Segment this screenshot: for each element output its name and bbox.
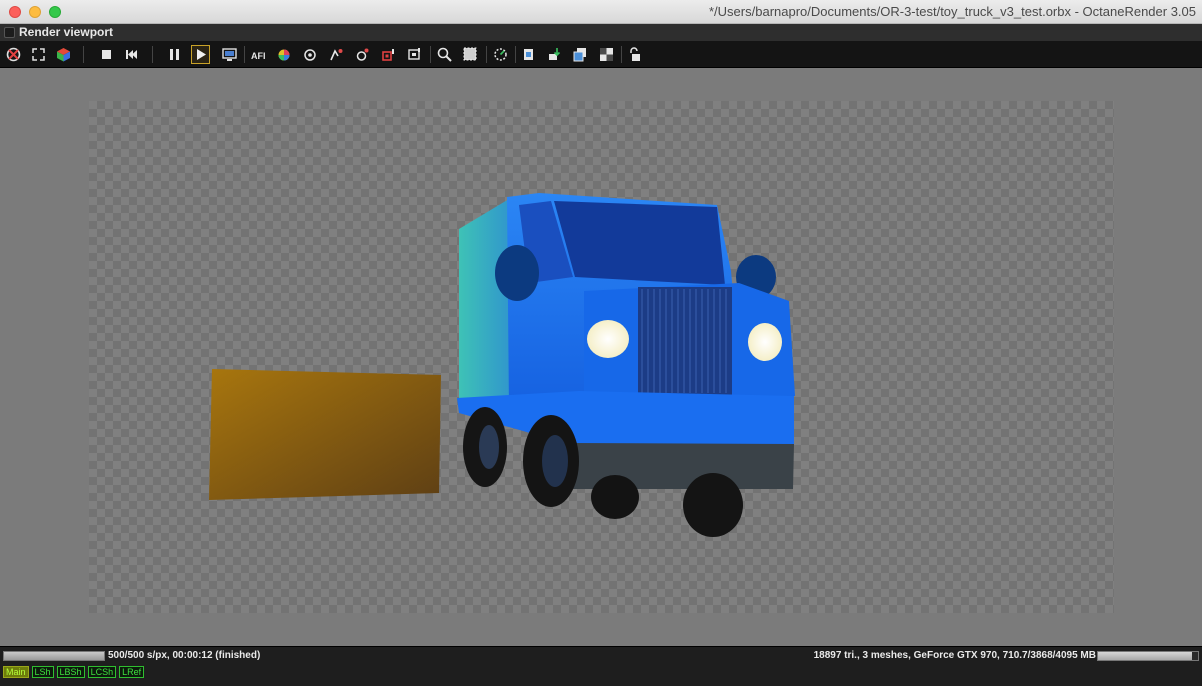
- pass-tab-lbsh[interactable]: LBSh: [56, 666, 85, 678]
- pass-tab-lcsh[interactable]: LCSh: [87, 666, 117, 678]
- vram-usage-bar: [1097, 651, 1199, 661]
- pause-icon[interactable]: [165, 45, 184, 64]
- headlight-left: [587, 320, 629, 358]
- render-stats-text: 500/500 s/px, 00:00:12 (finished): [108, 650, 261, 661]
- octane-app-window: */Users/barnapro/Documents/OR-3-test/toy…: [0, 0, 1202, 686]
- decal-icon[interactable]: [571, 45, 590, 64]
- color-picker-icon[interactable]: [275, 45, 294, 64]
- film-region-icon[interactable]: [491, 45, 510, 64]
- camera-target-icon[interactable]: [405, 45, 424, 64]
- close-window-button[interactable]: [9, 6, 21, 18]
- render-progress-bar: [3, 651, 105, 661]
- panel-header: Render viewport: [0, 24, 1202, 41]
- region-render-icon[interactable]: [461, 45, 480, 64]
- checker-icon[interactable]: [597, 45, 616, 64]
- pass-tab-lref[interactable]: LRef: [119, 666, 145, 678]
- render-viewport[interactable]: [0, 68, 1202, 646]
- real-time-icon[interactable]: [220, 45, 239, 64]
- fit-view-icon[interactable]: [29, 45, 48, 64]
- render-image: [209, 193, 795, 537]
- material-picker-icon[interactable]: [353, 45, 372, 64]
- focus-picker-icon[interactable]: [301, 45, 320, 64]
- lock-icon[interactable]: [625, 45, 644, 64]
- status-bar: 500/500 s/px, 00:00:12 (finished) 18897 …: [0, 646, 1202, 686]
- subsample-icon[interactable]: [545, 45, 564, 64]
- stop-icon[interactable]: [97, 45, 116, 64]
- scene-stats-text: 18897 tri., 3 meshes, GeForce GTX 970, 7…: [813, 650, 1096, 661]
- panel-toggle-checkbox[interactable]: [4, 27, 15, 38]
- reset-camera-icon[interactable]: [4, 45, 23, 64]
- object-picker-icon[interactable]: [379, 45, 398, 64]
- viewport-cube-icon[interactable]: [54, 45, 73, 64]
- minimize-window-button[interactable]: [29, 6, 41, 18]
- headlight-right: [748, 323, 782, 361]
- vram-usage-fill: [1098, 652, 1193, 660]
- render-canvas[interactable]: [89, 101, 1114, 613]
- render-toolbar: AFI: [0, 41, 1202, 68]
- title-bar: */Users/barnapro/Documents/OR-3-test/toy…: [0, 0, 1202, 24]
- render-pass-tabs: Main LSh LBSh LCSh LRef: [3, 666, 145, 678]
- maximize-window-button[interactable]: [49, 6, 61, 18]
- start-icon[interactable]: [191, 45, 210, 64]
- svg-text:AFI: AFI: [251, 51, 266, 61]
- render-progress-fill: [4, 652, 104, 660]
- clay-mode-icon[interactable]: [519, 45, 538, 64]
- toy-truck: [457, 193, 795, 537]
- pass-tab-lsh[interactable]: LSh: [31, 666, 54, 678]
- panel-title: Render viewport: [19, 25, 114, 39]
- window-title: */Users/barnapro/Documents/OR-3-test/toy…: [709, 4, 1196, 19]
- aperture-icon[interactable]: AFI: [249, 45, 268, 64]
- restart-icon[interactable]: [122, 45, 141, 64]
- box-object: [209, 369, 441, 500]
- pass-tab-main[interactable]: Main: [3, 666, 29, 678]
- zoom-icon[interactable]: [435, 45, 454, 64]
- white-balance-icon[interactable]: [327, 45, 346, 64]
